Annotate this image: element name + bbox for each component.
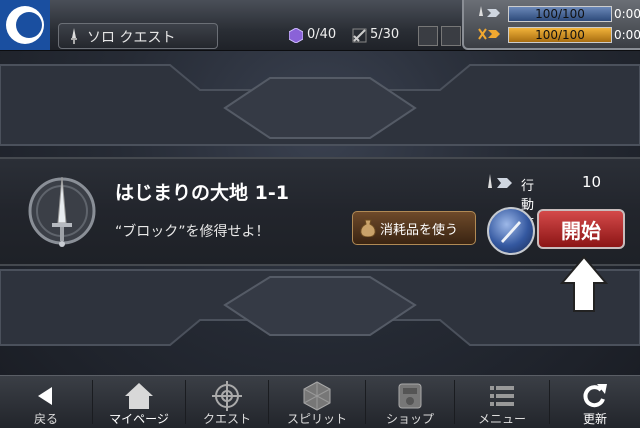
nav-shop[interactable]: ショップ: [366, 376, 454, 428]
nav-label: クエスト: [202, 412, 251, 426]
quest-sword-emblem-icon: [28, 176, 96, 247]
nav-spirit[interactable]: スピリット: [269, 376, 365, 428]
action-points-value: 100/100: [535, 7, 585, 21]
spirit-count: 5/30: [370, 27, 400, 42]
battle-points-bar: 100/100: [508, 27, 612, 43]
swords-arrow-icon: [478, 28, 500, 40]
gem-icon: [289, 28, 303, 43]
sword-icon: [71, 28, 77, 44]
decorative-plate-bottom: [0, 269, 640, 346]
nav-mypage[interactable]: マイページ: [93, 376, 185, 428]
start-control[interactable]: 開始: [487, 207, 627, 255]
nav-label: 戻る: [33, 412, 58, 426]
action-cost-value: 10: [582, 173, 602, 191]
nav-refresh[interactable]: 更新: [550, 376, 640, 428]
gem-count: 0/40: [307, 27, 337, 42]
nav-label: スピリット: [286, 412, 347, 426]
sword-arrow-icon: [479, 6, 500, 17]
quest-title: はじまりの大地 1-1: [115, 182, 289, 204]
battle-points-timer: 0:00: [614, 28, 640, 42]
refresh-icon: [583, 384, 607, 408]
start-button-label: 開始: [561, 219, 601, 243]
quest-description: “ブロック”を修得せよ！: [115, 224, 270, 240]
nav-label: 更新: [582, 412, 607, 426]
slot-icon[interactable]: [441, 26, 461, 46]
nav-label: メニュー: [477, 412, 526, 426]
home-icon: [125, 383, 153, 409]
spirit-icon: [352, 28, 367, 43]
stamina-panel: 100/100 0:00 100/100 0:00: [462, 0, 640, 50]
menu-icon: [490, 386, 514, 406]
battle-points-value: 100/100: [535, 28, 585, 42]
pouch-icon: [360, 219, 376, 237]
nav-label: ショップ: [385, 412, 434, 426]
back-arrow-icon: [38, 387, 52, 405]
shop-icon: [398, 383, 422, 409]
use-item-button[interactable]: 消耗品を使う: [352, 211, 476, 245]
action-points-timer: 0:00: [614, 7, 640, 21]
sword-arrow-icon: [488, 174, 512, 188]
use-item-label: 消耗品を使う: [380, 223, 459, 238]
compass-icon: [212, 381, 242, 411]
start-button[interactable]: 開始: [537, 209, 625, 249]
action-points-bar: 100/100: [508, 6, 612, 22]
nav-label: マイページ: [109, 412, 169, 426]
nav-menu[interactable]: メニュー: [455, 376, 549, 428]
sword-orb-icon: [487, 207, 535, 255]
slot-icon[interactable]: [418, 26, 438, 46]
page-title: ソロ クエスト: [87, 30, 176, 46]
status-bar: ソロ クエスト 0/40 5/30 100/100 0:00 100/100 0…: [0, 0, 640, 51]
screen-title-box: ソロ クエスト: [58, 23, 218, 49]
crystal-icon: [303, 381, 331, 411]
quest-row[interactable]: はじまりの大地 1-1 “ブロック”を修得せよ！ 消耗品を使う 行動値 10 開…: [0, 157, 640, 266]
bottom-nav: 戻る マイページ クエスト スピリット ショップ メニュー 更新: [0, 375, 640, 428]
app-logo: [0, 0, 50, 50]
pointer-arrow-icon: [560, 255, 608, 312]
nav-back[interactable]: 戻る: [0, 376, 92, 428]
decorative-plate-top: [0, 64, 640, 146]
nav-quest[interactable]: クエスト: [186, 376, 268, 428]
